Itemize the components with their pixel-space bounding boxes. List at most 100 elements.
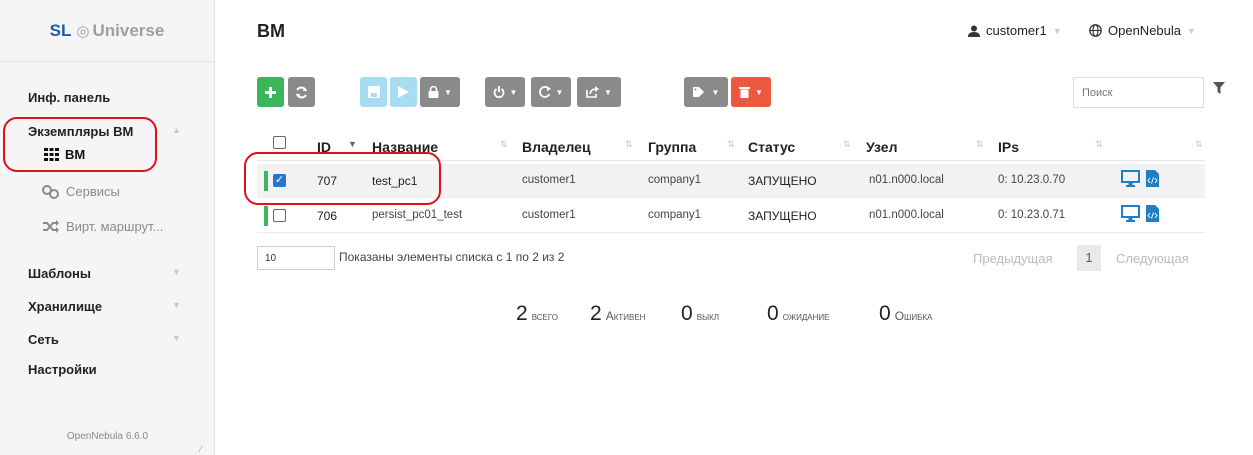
filter-icon[interactable] [1213, 82, 1225, 94]
sidebar-item-vms[interactable]: ВМ [44, 147, 85, 162]
sidebar-item-storage[interactable]: Хранилище [28, 299, 102, 314]
select-all-checkbox[interactable] [273, 136, 286, 149]
grid-icon [44, 148, 59, 161]
play-button[interactable] [390, 77, 417, 107]
page-title: ВМ [257, 21, 285, 41]
column-header-host[interactable]: Узел [866, 139, 897, 155]
resize-handle-icon[interactable]: ∕ [200, 444, 202, 454]
user-name: customer1 [986, 23, 1047, 38]
table-row[interactable]: ✓ 707 test_pc1 customer1 company1 ЗАПУЩЕ… [257, 164, 1205, 198]
power-icon [493, 86, 504, 98]
next-page-button[interactable]: Следующая [1116, 251, 1189, 266]
sort-icon: ⇅ [727, 139, 735, 149]
caret-down-icon: ▼ [555, 87, 564, 97]
shuffle-icon [43, 220, 59, 233]
sort-icon: ⇅ [1095, 139, 1103, 149]
create-button[interactable] [257, 77, 284, 107]
pagination-info: Показаны элементы списка с 1 по 2 из 2 [339, 250, 565, 264]
cell-host: n01.n000.local [869, 209, 944, 221]
cell-status: ЗАПУЩЕНО [748, 174, 817, 188]
row-checkbox[interactable] [273, 209, 286, 222]
status-indicator [264, 171, 268, 191]
sidebar-item-virtual-routers[interactable]: Вирт. маршрут... [42, 219, 163, 234]
services-icon [42, 184, 59, 199]
delete-dropdown-button[interactable]: ▼ [731, 77, 771, 107]
file-code-icon[interactable] [1146, 205, 1159, 222]
summary-error[interactable]: 0 Ошибка [879, 302, 932, 326]
zone-name: OpenNebula [1108, 23, 1181, 38]
column-header-id[interactable]: ID [317, 139, 331, 155]
version-label: OpenNebula 6.6.0 [66, 431, 149, 442]
summary-total[interactable]: 2 всего [516, 302, 558, 326]
brand-swirl-icon: ◎ [76, 22, 90, 40]
summary-count: 0 [879, 302, 891, 325]
sort-icon: ⇅ [976, 139, 984, 149]
summary-label: всего [531, 309, 558, 323]
lock-dropdown-button[interactable]: ▼ [420, 77, 460, 107]
sidebar-item-label: Вирт. маршрут... [66, 219, 164, 234]
sidebar-item-dashboard[interactable]: Инф. панель [28, 90, 110, 105]
page-size-select[interactable]: 10 [257, 246, 335, 270]
user-menu[interactable]: customer1 ▼ [968, 23, 1062, 38]
sidebar-item-label: Сервисы [66, 184, 120, 199]
summary-label: выкл [696, 309, 720, 323]
page-number-button[interactable]: 1 [1077, 245, 1101, 271]
caret-down-icon: ▼ [711, 87, 720, 97]
share-dropdown-button[interactable]: ▼ [577, 77, 621, 107]
sidebar-item-vm-instances[interactable]: Экземпляры ВМ [28, 124, 133, 139]
cell-id: 706 [317, 209, 338, 223]
table-row[interactable]: 706 persist_pc01_test customer1 company1… [257, 199, 1205, 233]
cell-id: 707 [317, 174, 338, 188]
expand-arrow-icon[interactable]: ▼ [172, 333, 181, 343]
expand-arrow-icon[interactable]: ▼ [172, 300, 181, 310]
zone-menu[interactable]: OpenNebula ▼ [1089, 23, 1196, 38]
cell-status: ЗАПУЩЕНО [748, 209, 817, 223]
brand-logo[interactable]: SL ◎ Universe [0, 0, 214, 62]
cell-name: persist_pc01_test [372, 209, 463, 221]
column-header-ips[interactable]: IPs [998, 139, 1019, 155]
summary-active[interactable]: 2 Активен [590, 302, 645, 326]
summary-label: Активен [605, 309, 646, 323]
sidebar-item-services[interactable]: Сервисы [42, 184, 120, 199]
collapse-arrow-icon[interactable]: ▲ [172, 125, 181, 135]
header-divider [257, 160, 1205, 161]
sidebar-item-templates[interactable]: Шаблоны [28, 266, 91, 281]
labels-dropdown-button[interactable]: ▼ [684, 77, 728, 107]
sort-icon: ⇅ [625, 139, 633, 149]
sort-icon: ⇅ [500, 139, 508, 149]
column-header-name[interactable]: Название [372, 139, 438, 155]
cell-ips: 0: 10.23.0.70 [998, 174, 1066, 186]
reboot-dropdown-button[interactable]: ▼ [531, 77, 571, 107]
sidebar-item-settings[interactable]: Настройки [28, 362, 97, 377]
save-button[interactable] [360, 77, 387, 107]
summary-pending[interactable]: 0 ожидание [767, 302, 830, 326]
reboot-icon [538, 86, 551, 98]
column-header-status[interactable]: Статус [748, 139, 795, 155]
share-icon [586, 86, 600, 98]
user-icon [968, 25, 980, 37]
power-dropdown-button[interactable]: ▼ [485, 77, 525, 107]
column-header-owner[interactable]: Владелец [522, 139, 591, 155]
search-input[interactable] [1073, 77, 1204, 108]
vnc-console-icon[interactable] [1121, 170, 1140, 187]
caret-down-icon: ▼ [755, 87, 763, 97]
column-header-group[interactable]: Группа [648, 139, 696, 155]
summary-off[interactable]: 0 выкл [681, 302, 719, 326]
file-code-icon[interactable] [1146, 170, 1159, 187]
summary-label: Ошибка [894, 309, 933, 323]
globe-icon [1089, 24, 1102, 37]
play-icon [398, 86, 409, 98]
refresh-button[interactable] [288, 77, 315, 107]
sort-icon: ⇅ [1195, 139, 1203, 149]
expand-arrow-icon[interactable]: ▼ [172, 267, 181, 277]
cell-ips: 0: 10.23.0.71 [998, 209, 1066, 221]
vnc-console-icon[interactable] [1121, 205, 1140, 222]
prev-page-button[interactable]: Предыдущая [973, 251, 1053, 266]
trash-icon [739, 87, 751, 98]
chevron-down-icon: ▼ [1187, 25, 1196, 36]
summary-label: ожидание [782, 309, 830, 323]
sidebar-item-network[interactable]: Сеть [28, 332, 59, 347]
row-checkbox[interactable]: ✓ [273, 174, 286, 187]
summary-count: 0 [681, 302, 693, 325]
cell-owner: customer1 [522, 174, 576, 186]
